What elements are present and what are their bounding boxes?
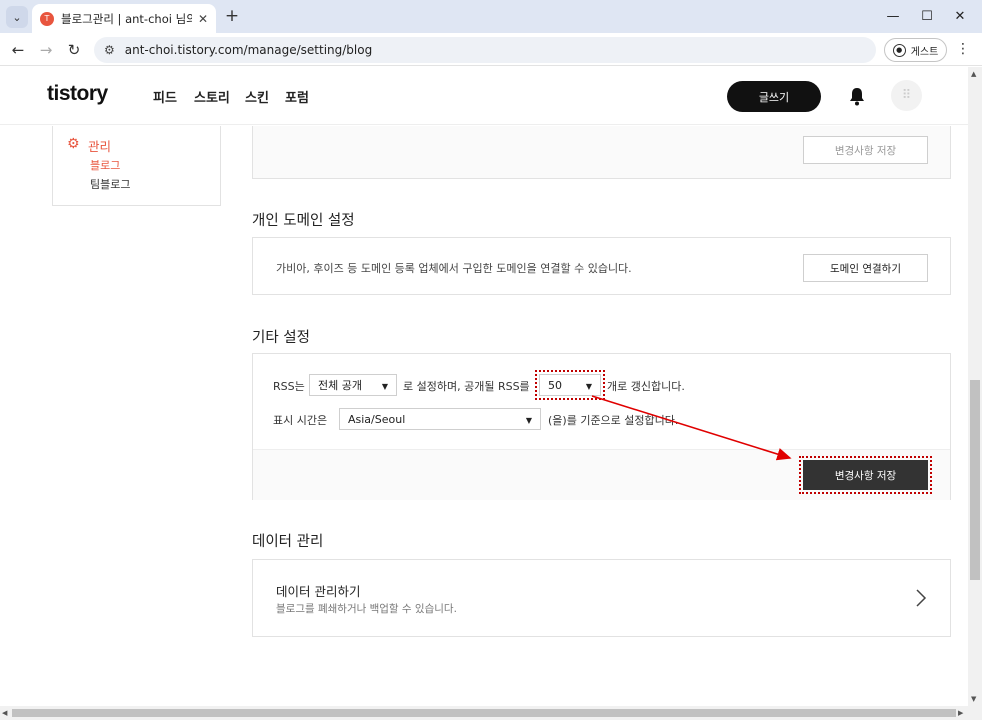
browser-menu-icon[interactable]: ⋮ [956, 41, 970, 57]
maximize-icon[interactable]: ☐ [915, 6, 939, 26]
etc-save-footer: 변경사항 저장 [253, 449, 950, 500]
new-tab-plus-icon[interactable]: + [222, 6, 242, 26]
data-manage-description: 블로그를 폐쇄하거나 백업할 수 있습니다. [276, 603, 457, 615]
scroll-down-icon[interactable]: ▼ [971, 695, 976, 703]
settings-content: ⚙ 관리 블로그 팀블로그 변경사항 저장 개인 도메인 설정 가비아, 후이즈… [0, 126, 968, 706]
etc-section-title: 기타 설정 [252, 330, 310, 346]
bell-icon[interactable] [848, 86, 866, 106]
domain-section-title: 개인 도메인 설정 [252, 213, 355, 229]
save-changes-button-top[interactable]: 변경사항 저장 [803, 136, 928, 164]
tab-search-chevron-icon[interactable]: ⌄ [6, 6, 28, 28]
rss-middle-text: 로 설정하며, 공개될 RSS를 [403, 380, 530, 393]
rss-count-value: 50 [548, 378, 562, 392]
tistory-logo[interactable]: tistory [47, 82, 108, 106]
avatar[interactable]: ⠿ [891, 80, 922, 111]
etc-settings-box: RSS는 전체 공개 ▼ 로 설정하며, 공개될 RSS를 50 ▼ 개로 갱신… [252, 353, 951, 500]
tistory-favicon-icon: T [40, 11, 54, 26]
tab-title: 블로그관리 | ant-choi 님의 블로 [61, 11, 192, 26]
horizontal-scroll-thumb[interactable] [12, 709, 956, 717]
reload-icon[interactable]: ↻ [64, 40, 84, 60]
rss-visibility-value: 전체 공개 [318, 379, 362, 392]
rss-prefix: RSS는 [273, 380, 305, 393]
previous-settings-box: 변경사항 저장 [252, 126, 951, 179]
chevron-down-icon: ▼ [381, 382, 388, 391]
connect-domain-button[interactable]: 도메인 연결하기 [803, 254, 928, 282]
chevron-down-icon: ▼ [525, 416, 532, 425]
browser-tab[interactable]: T 블로그관리 | ant-choi 님의 블로 ✕ [32, 4, 216, 33]
domain-description: 가비아, 후이즈 등 도메인 등록 업체에서 구입한 도메인을 연결할 수 있습… [276, 262, 632, 275]
data-manage-title[interactable]: 데이터 관리하기 [276, 581, 360, 600]
timezone-select[interactable]: Asia/Seoul ▼ [339, 408, 541, 430]
nav-feed[interactable]: 피드 [153, 87, 177, 106]
nav-story[interactable]: 스토리 [194, 87, 230, 106]
close-window-icon[interactable]: ✕ [948, 6, 972, 26]
chevron-down-icon: ▼ [585, 382, 592, 391]
guest-label: 게스트 [910, 46, 939, 58]
forward-arrow-icon[interactable]: → [36, 40, 56, 60]
timezone-value: Asia/Seoul [348, 412, 406, 426]
address-bar[interactable]: ⚙ ant-choi.tistory.com/manage/setting/bl… [94, 37, 876, 63]
time-suffix: (을)를 기준으로 설정합니다. [548, 414, 679, 427]
sidebar-item-blog[interactable]: 블로그 [90, 157, 120, 173]
vertical-scroll-thumb[interactable] [970, 380, 980, 580]
time-prefix: 표시 시간은 [273, 414, 328, 427]
scroll-up-icon[interactable]: ▲ [971, 70, 976, 78]
sidebar-item-teamblog[interactable]: 팀블로그 [90, 176, 130, 192]
browser-toolbar: ← → ↻ ⚙ ant-choi.tistory.com/manage/sett… [0, 33, 982, 66]
site-settings-icon[interactable]: ⚙ [104, 43, 115, 57]
rss-count-select[interactable]: 50 ▼ [535, 370, 605, 400]
save-changes-button[interactable]: 변경사항 저장 [799, 456, 932, 494]
nav-forum[interactable]: 포럼 [285, 87, 309, 106]
back-arrow-icon[interactable]: ← [8, 40, 28, 60]
chevron-right-icon[interactable] [913, 588, 927, 608]
minimize-icon[interactable]: — [881, 6, 905, 26]
nav-skin[interactable]: 스킨 [245, 87, 269, 106]
rss-suffix: 개로 갱신합니다. [607, 380, 685, 393]
data-section-title: 데이터 관리 [252, 534, 324, 550]
write-button[interactable]: 글쓰기 [727, 81, 821, 112]
domain-box: 가비아, 후이즈 등 도메인 등록 업체에서 구입한 도메인을 연결할 수 있습… [252, 237, 951, 295]
scroll-right-icon[interactable]: ▶ [958, 709, 963, 717]
close-tab-icon[interactable]: ✕ [198, 12, 208, 26]
sidebar-section-manage[interactable]: 관리 [88, 136, 111, 155]
scroll-left-icon[interactable]: ◀ [2, 709, 7, 717]
browser-tab-bar: ⌄ T 블로그관리 | ant-choi 님의 블로 ✕ + — ☐ ✕ [0, 0, 982, 33]
url-text: ant-choi.tistory.com/manage/setting/blog [124, 43, 373, 57]
guest-profile-button[interactable]: ● 게스트 [884, 38, 947, 62]
profile-icon: ● [892, 43, 906, 57]
scrollbar-corner [968, 706, 982, 720]
gear-icon: ⚙ [67, 136, 80, 152]
rss-visibility-select[interactable]: 전체 공개 ▼ [309, 374, 397, 396]
sidebar: ⚙ 관리 블로그 팀블로그 [52, 126, 221, 206]
site-header: tistory 피드 스토리 스킨 포럼 글쓰기 ⠿ [0, 67, 968, 125]
